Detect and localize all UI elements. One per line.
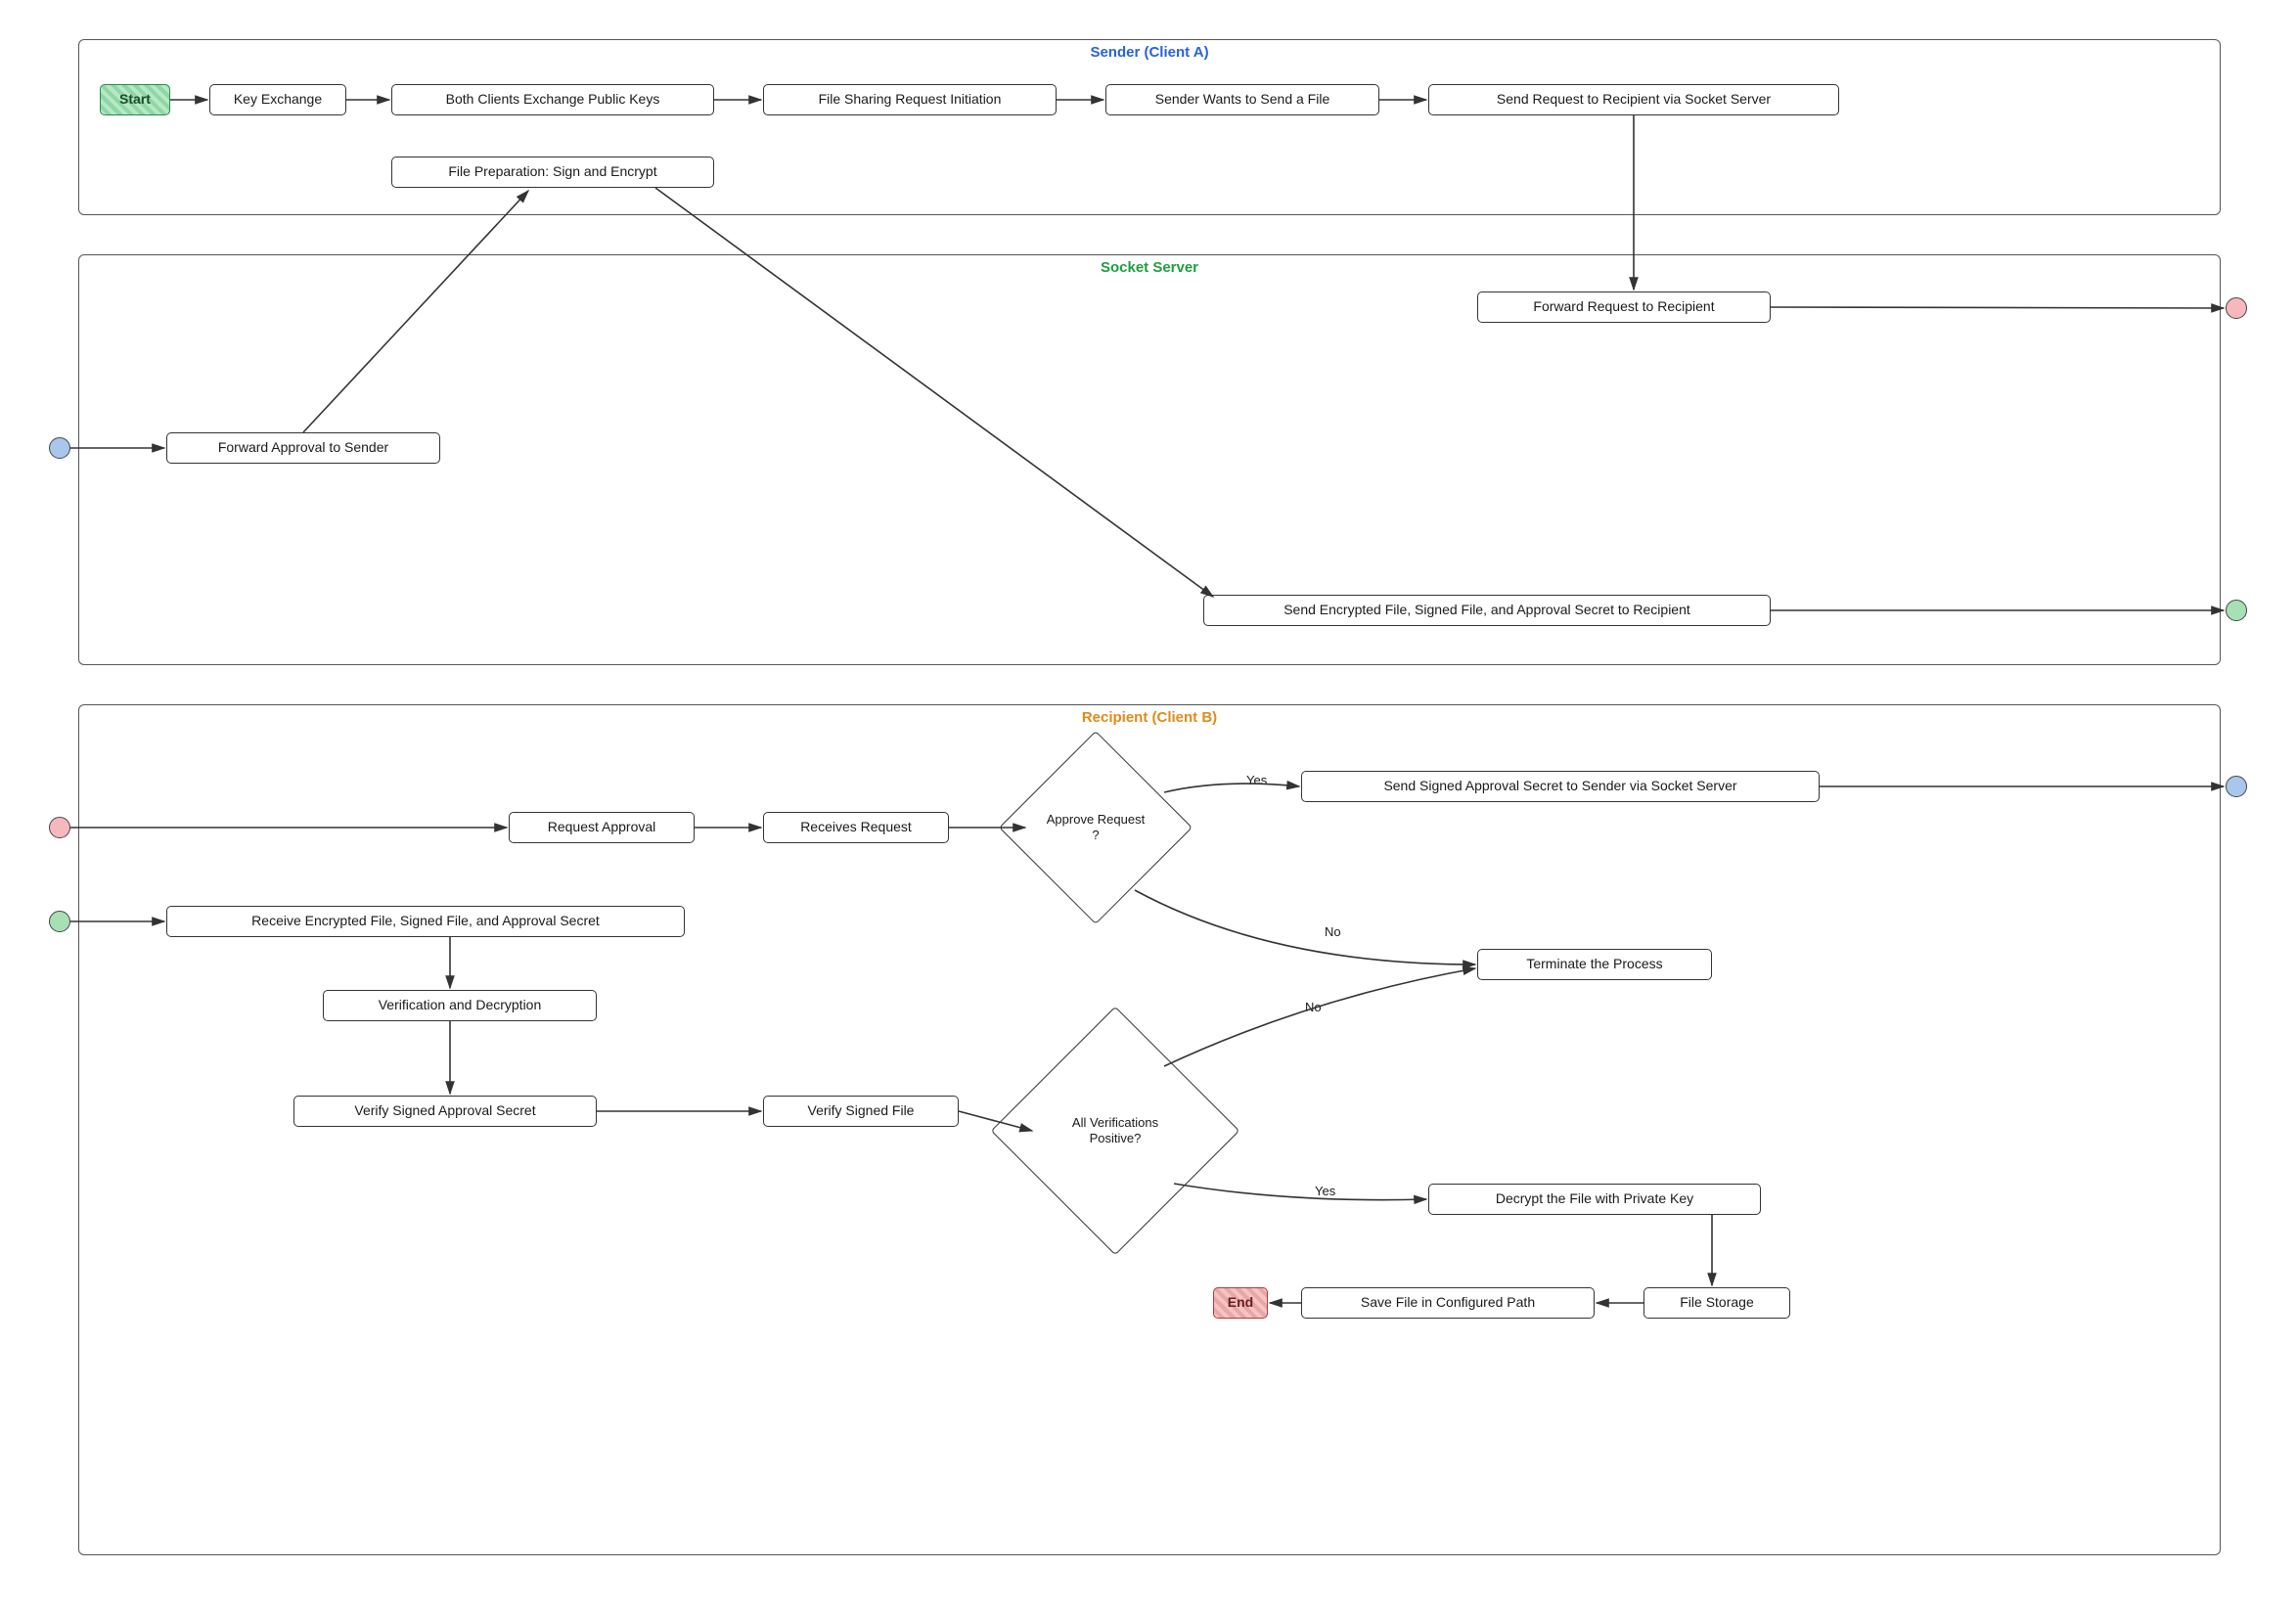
verify-file-node: Verify Signed File: [763, 1096, 959, 1127]
edge-label-no2: No: [1301, 1000, 1326, 1014]
request-approval-node: Request Approval: [509, 812, 695, 843]
key-exchange-node: Key Exchange: [209, 84, 346, 115]
forward-approval-node: Forward Approval to Sender: [166, 432, 440, 464]
start-node: Start: [100, 84, 170, 115]
terminate-node: Terminate the Process: [1477, 949, 1712, 980]
verify-secret-node: Verify Signed Approval Secret: [293, 1096, 597, 1127]
swimlane-server-title: Socket Server: [1093, 259, 1206, 276]
end-node: End: [1213, 1287, 1268, 1319]
send-request-node: Send Request to Recipient via Socket Ser…: [1428, 84, 1839, 115]
port-server-out-pink: [2226, 297, 2247, 319]
swimlane-recipient-title: Recipient (Client B): [1074, 709, 1225, 726]
receive-encrypted-node: Receive Encrypted File, Signed File, and…: [166, 906, 685, 937]
edge-label-yes2: Yes: [1311, 1184, 1339, 1198]
sender-wants-node: Sender Wants to Send a File: [1105, 84, 1379, 115]
exchange-keys-node: Both Clients Exchange Public Keys: [391, 84, 714, 115]
port-recipient-out-blue: [2226, 776, 2247, 797]
port-server-out-green: [2226, 600, 2247, 621]
send-signed-approval-node: Send Signed Approval Secret to Sender vi…: [1301, 771, 1820, 802]
send-encrypted-node: Send Encrypted File, Signed File, and Ap…: [1203, 595, 1771, 626]
port-server-in-blue: [49, 437, 70, 459]
edge-label-yes1: Yes: [1242, 773, 1271, 787]
port-recipient-in-pink: [49, 817, 70, 838]
file-storage-node: File Storage: [1643, 1287, 1790, 1319]
file-prep-node: File Preparation: Sign and Encrypt: [391, 157, 714, 188]
save-file-node: Save File in Configured Path: [1301, 1287, 1595, 1319]
all-verif-decision: All Verifications Positive?: [1027, 1043, 1203, 1219]
forward-request-node: Forward Request to Recipient: [1477, 291, 1771, 323]
receives-request-node: Receives Request: [763, 812, 949, 843]
verif-decrypt-node: Verification and Decryption: [323, 990, 597, 1021]
approve-decision: Approve Request ?: [1027, 759, 1164, 896]
file-share-init-node: File Sharing Request Initiation: [763, 84, 1057, 115]
swimlane-sender-title: Sender (Client A): [1082, 44, 1216, 61]
decrypt-file-node: Decrypt the File with Private Key: [1428, 1184, 1761, 1215]
edge-label-no1: No: [1321, 924, 1345, 939]
port-recipient-in-green: [49, 911, 70, 932]
swimlane-sender: Sender (Client A): [78, 39, 2221, 215]
